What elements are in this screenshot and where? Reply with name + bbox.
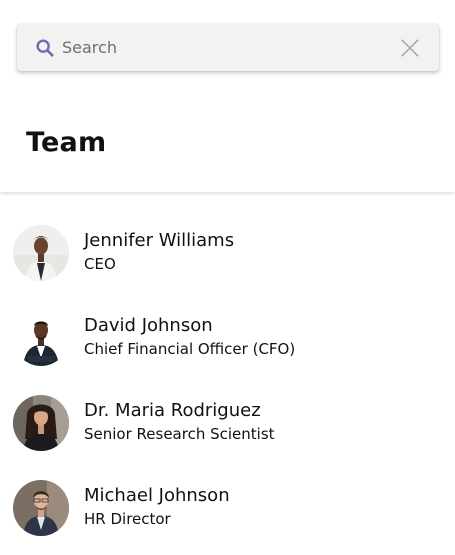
list-item[interactable]: David Johnson Chief Financial Officer (C… <box>0 295 455 380</box>
member-name: David Johnson <box>84 315 213 336</box>
member-name: Jennifer Williams <box>84 230 235 251</box>
avatar <box>13 310 69 366</box>
page-title: Team <box>26 127 107 158</box>
list-item[interactable]: Jennifer Williams CEO <box>0 210 455 295</box>
page-header: Team <box>0 96 455 192</box>
member-title: HR Director <box>84 510 171 528</box>
list-item[interactable]: Dr. Maria Rodriguez Senior Research Scie… <box>0 380 455 465</box>
search-icon <box>36 39 54 57</box>
list-item[interactable]: Michael Johnson HR Director <box>0 465 455 550</box>
member-title: Senior Research Scientist <box>84 425 275 443</box>
avatar <box>13 480 69 536</box>
team-list: Jennifer Williams CEO David Johnson Chie… <box>0 210 455 550</box>
member-title: Chief Financial Officer (CFO) <box>84 340 296 358</box>
member-name: Michael Johnson <box>84 485 230 506</box>
close-icon[interactable] <box>399 37 421 59</box>
search-bar[interactable] <box>17 24 439 71</box>
avatar <box>13 395 69 451</box>
search-input[interactable] <box>62 24 382 71</box>
member-title: CEO <box>84 255 116 273</box>
member-name: Dr. Maria Rodriguez <box>84 400 261 421</box>
avatar <box>13 225 69 281</box>
